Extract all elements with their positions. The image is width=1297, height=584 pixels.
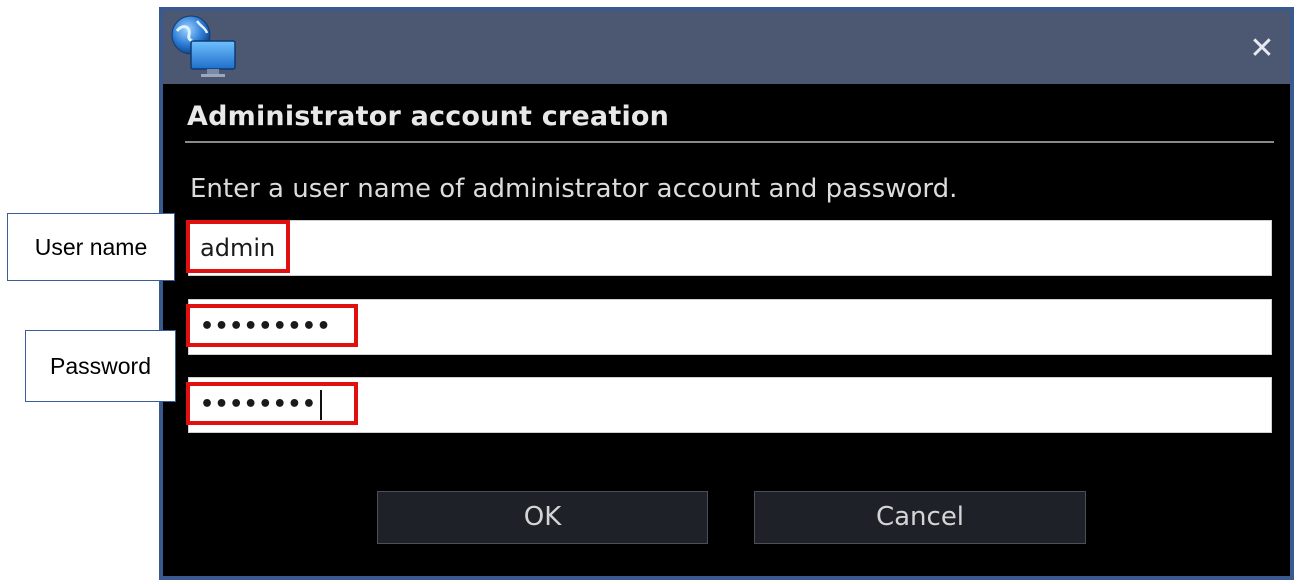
dialog-heading: Administrator account creation	[187, 101, 670, 132]
admin-account-dialog: ✕ Administrator account creation Enter a…	[159, 7, 1294, 580]
user-name-highlight	[186, 220, 290, 273]
title-bar[interactable]: ✕	[163, 11, 1290, 84]
close-button[interactable]: ✕	[1242, 29, 1282, 69]
cancel-button[interactable]: Cancel	[754, 491, 1086, 544]
instruction-text: Enter a user name of administrator accou…	[190, 174, 958, 204]
user-name-input[interactable]: admin	[188, 220, 1272, 276]
globe-monitor-icon	[171, 15, 236, 77]
confirm-password-highlight	[186, 382, 358, 425]
screenshot: ✕ Administrator account creation Enter a…	[0, 0, 1297, 584]
user-name-callout: User name	[7, 213, 175, 281]
heading-divider	[185, 141, 1274, 143]
password-highlight	[186, 304, 358, 347]
ok-button[interactable]: OK	[377, 491, 708, 544]
close-icon: ✕	[1249, 31, 1275, 66]
password-callout: Password	[25, 330, 176, 402]
